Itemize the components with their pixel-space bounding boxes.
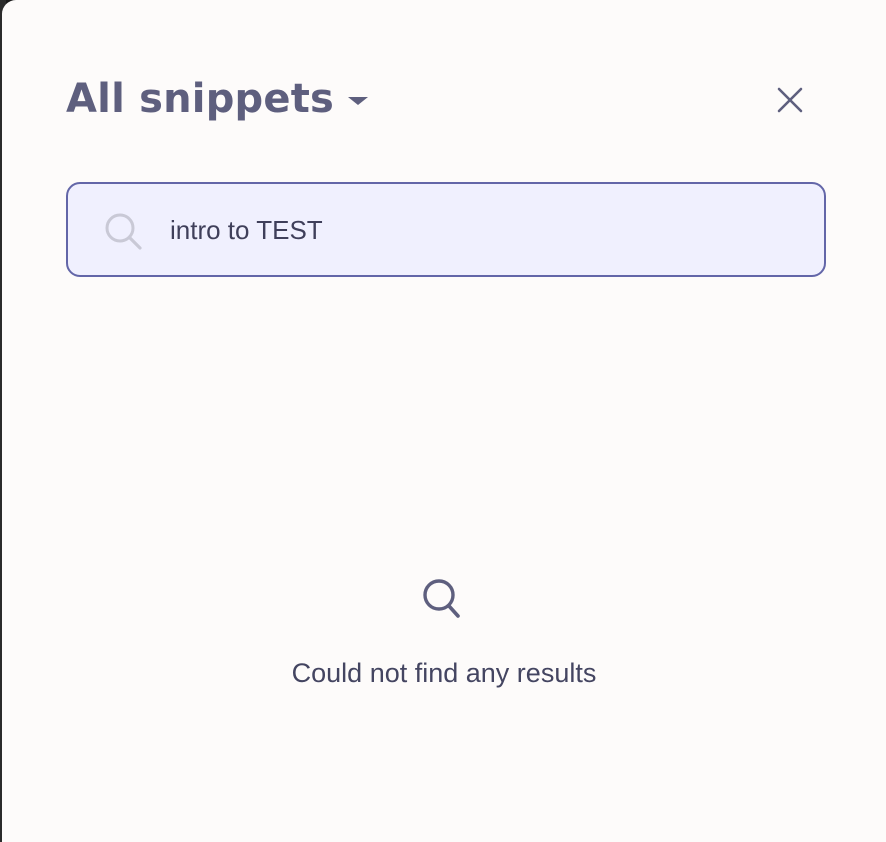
search-input[interactable] bbox=[170, 206, 790, 254]
snippets-modal: All snippets Could not find any results bbox=[2, 0, 886, 842]
close-button[interactable] bbox=[770, 80, 810, 120]
caret-down-icon bbox=[348, 97, 369, 105]
search-icon bbox=[423, 579, 460, 618]
close-icon bbox=[777, 87, 803, 113]
modal-title: All snippets bbox=[66, 76, 335, 122]
snippets-filter-dropdown[interactable]: All snippets bbox=[66, 72, 369, 126]
empty-state-message: Could not find any results bbox=[291, 658, 597, 688]
empty-state: Could not find any results bbox=[2, 576, 886, 689]
search-field[interactable] bbox=[66, 182, 826, 277]
search-icon bbox=[105, 213, 142, 250]
